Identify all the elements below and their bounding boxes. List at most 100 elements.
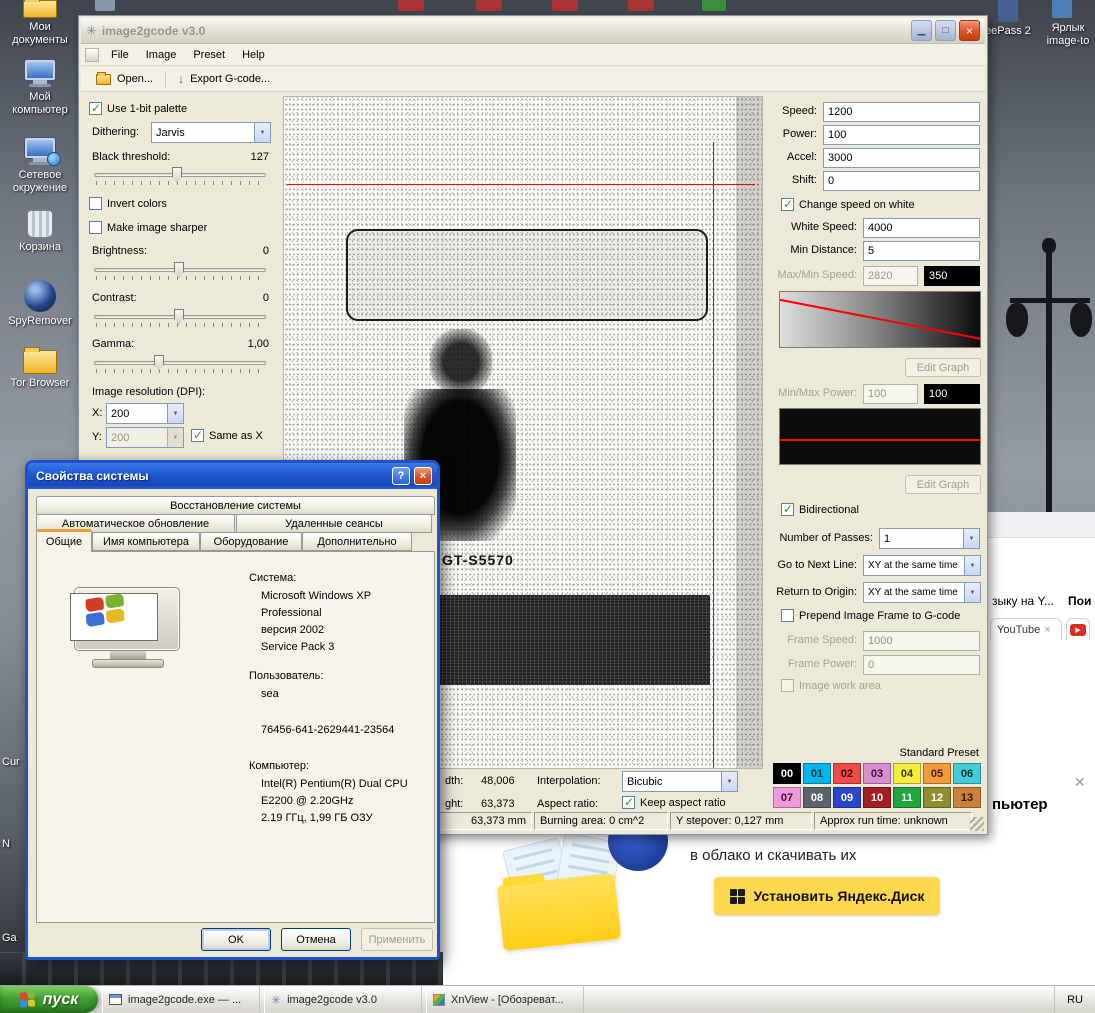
open-button[interactable]: Open...: [88, 70, 161, 88]
menu-file[interactable]: File: [103, 46, 137, 64]
preset-swatch-10[interactable]: 10: [863, 787, 891, 808]
min-power-input[interactable]: [863, 384, 918, 404]
minimize-button[interactable]: ▁: [911, 20, 932, 41]
truncated-icon[interactable]: [476, 0, 502, 11]
window-titlebar[interactable]: ✳ image2gcode v3.0 ▁ □ ×: [81, 18, 985, 44]
same-as-x-checkbox[interactable]: ✓: [191, 429, 204, 442]
preset-swatch-01[interactable]: 01: [803, 763, 831, 784]
export-gcode-button[interactable]: ↓ Export G-code...: [170, 70, 278, 88]
passes-select[interactable]: 1 ▼: [879, 528, 980, 549]
tab-advanced[interactable]: Дополнительно: [302, 532, 412, 551]
truncated-icon[interactable]: [628, 0, 654, 11]
desktop-icon-spyremover[interactable]: SpyRemover: [4, 280, 76, 328]
resize-grip[interactable]: [970, 817, 984, 831]
preset-swatch-02[interactable]: 02: [833, 763, 861, 784]
truncated-icon[interactable]: [95, 0, 115, 11]
shift-input[interactable]: [823, 171, 980, 191]
black-threshold-slider[interactable]: [94, 166, 266, 186]
make-sharper-checkbox[interactable]: ✓: [89, 221, 102, 234]
desktop-icon-network[interactable]: Сетевое окружение: [4, 138, 76, 195]
youtube-tab[interactable]: YouTube ×: [990, 618, 1062, 640]
menu-image[interactable]: Image: [138, 46, 185, 64]
max-speed-input[interactable]: [863, 266, 918, 286]
change-speed-on-white-checkbox[interactable]: ✓: [781, 198, 794, 211]
tab-computer-name[interactable]: Имя компьютера: [92, 532, 200, 551]
edge-icon-label[interactable]: N: [2, 838, 10, 850]
apply-button[interactable]: Применить: [361, 928, 433, 951]
tab-system-restore[interactable]: Восстановление системы: [36, 496, 435, 515]
preset-swatch-09[interactable]: 09: [833, 787, 861, 808]
brightness-slider[interactable]: [94, 261, 266, 281]
preset-swatch-12[interactable]: 12: [923, 787, 951, 808]
tab-general[interactable]: Общие: [36, 529, 92, 552]
next-line-select[interactable]: XY at the same time ▼: [863, 555, 981, 576]
min-distance-input[interactable]: [863, 241, 980, 261]
frame-speed-input[interactable]: [863, 631, 980, 651]
dithering-select[interactable]: Jarvis ▼: [151, 122, 271, 143]
bidirectional-checkbox[interactable]: ✓: [781, 503, 794, 516]
taskbar-task-image2gcode-exe[interactable]: image2gcode.exe — ...: [102, 986, 260, 1013]
menu-help[interactable]: Help: [234, 46, 273, 64]
tab-close-icon[interactable]: ×: [1044, 624, 1050, 636]
start-button[interactable]: пуск: [0, 986, 98, 1013]
truncated-icon[interactable]: [702, 0, 726, 11]
tab-hardware[interactable]: Оборудование: [200, 532, 302, 551]
desktop-icon-my-documents[interactable]: Мои документы: [4, 0, 76, 47]
dialog-close-button[interactable]: ×: [414, 467, 432, 485]
menu-preset[interactable]: Preset: [185, 46, 233, 64]
keep-aspect-checkbox[interactable]: ✓: [622, 796, 635, 809]
shortcut-icon[interactable]: [1052, 0, 1072, 18]
power-input[interactable]: [823, 125, 980, 145]
edge-icon-label[interactable]: Ga: [2, 932, 17, 944]
min-speed-input[interactable]: [924, 266, 980, 286]
max-power-input[interactable]: [924, 384, 980, 404]
preset-swatch-07[interactable]: 07: [773, 787, 801, 808]
accel-input[interactable]: [823, 148, 980, 168]
truncated-icon[interactable]: [552, 0, 578, 11]
gamma-slider[interactable]: [94, 354, 266, 374]
maximize-button[interactable]: □: [935, 20, 956, 41]
contrast-slider[interactable]: [94, 308, 266, 328]
white-speed-input[interactable]: [863, 218, 980, 238]
preset-swatch-03[interactable]: 03: [863, 763, 891, 784]
use-1bit-checkbox[interactable]: ✓: [89, 102, 102, 115]
keepass-icon[interactable]: [998, 0, 1018, 22]
system-tray[interactable]: RU: [1054, 986, 1095, 1013]
youtube-favicon-tab[interactable]: ▶: [1066, 618, 1090, 640]
preset-swatch-05[interactable]: 05: [923, 763, 951, 784]
prepend-frame-checkbox[interactable]: ✓: [781, 609, 794, 622]
cancel-button[interactable]: Отмена: [281, 928, 351, 951]
edit-power-graph-button[interactable]: Edit Graph: [905, 475, 981, 494]
y-dpi-select[interactable]: 200 ▼: [106, 427, 184, 448]
language-indicator[interactable]: RU: [1067, 994, 1083, 1006]
x-dpi-select[interactable]: 200 ▼: [106, 403, 184, 424]
ok-button[interactable]: OK: [201, 928, 271, 951]
help-button[interactable]: ?: [392, 467, 410, 485]
desktop-icon-recycle-bin[interactable]: Корзина: [4, 210, 76, 254]
speed-input[interactable]: [823, 102, 980, 122]
close-icon[interactable]: ✕: [1074, 774, 1086, 791]
preset-swatch-06[interactable]: 06: [953, 763, 981, 784]
preset-swatch-08[interactable]: 08: [803, 787, 831, 808]
tab-remote[interactable]: Удаленные сеансы: [236, 514, 432, 533]
close-button[interactable]: ×: [959, 20, 980, 41]
taskbar-task-image2gcode[interactable]: ✳ image2gcode v3.0: [264, 986, 422, 1013]
desktop-icon-my-computer[interactable]: Мой компьютер: [4, 60, 76, 117]
return-origin-select[interactable]: XY at the same time ▼: [863, 582, 981, 603]
frame-power-input[interactable]: [863, 655, 980, 675]
desktop-icon-tor-browser[interactable]: Tor Browser: [4, 347, 76, 390]
invert-colors-checkbox[interactable]: ✓: [89, 197, 102, 210]
truncated-icon[interactable]: [398, 0, 424, 11]
desktop-icon-shortcut-image-to[interactable]: Ярлык image-to: [1040, 22, 1095, 48]
interpolation-select[interactable]: Bicubic ▼: [622, 771, 738, 792]
preset-swatch-13[interactable]: 13: [953, 787, 981, 808]
edit-speed-graph-button[interactable]: Edit Graph: [905, 358, 981, 377]
taskbar-task-xnview[interactable]: XnView - [Обозреват...: [426, 986, 584, 1013]
preset-swatch-00[interactable]: 00: [773, 763, 801, 784]
preset-swatch-04[interactable]: 04: [893, 763, 921, 784]
edge-icon-label[interactable]: Cur: [2, 756, 20, 768]
image-work-area-checkbox[interactable]: ✓: [781, 679, 794, 692]
dialog-titlebar[interactable]: Свойства системы: [28, 463, 437, 489]
install-yandex-disk-button[interactable]: Установить Яндекс.Диск: [714, 877, 940, 915]
preset-swatch-11[interactable]: 11: [893, 787, 921, 808]
